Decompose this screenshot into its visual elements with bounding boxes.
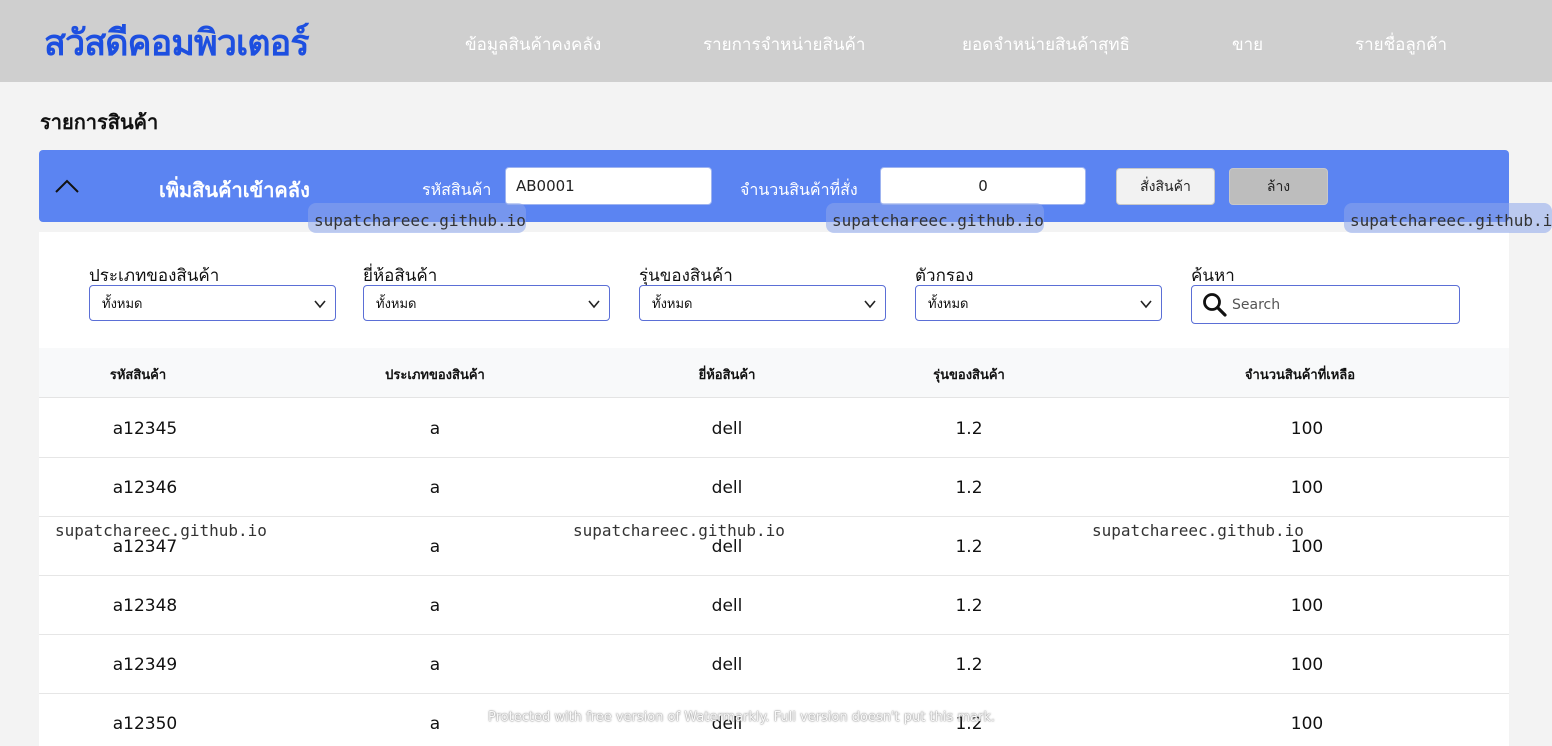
nav-item-customers[interactable]: รายชื่อลูกค้า [1355,31,1447,58]
product-panel: ประเภทของสินค้า ทั้งหมด ยี่ห้อสินค้า ทั้… [39,232,1509,746]
brand-select-value: ทั้งหมด [376,296,417,312]
table-header: รหัสสินค้า ประเภทของสินค้า ยี่ห้อสินค้า … [39,348,1509,398]
cell-code: a12345 [112,419,178,439]
table-row[interactable]: a12349 a dell 1.2 100 [39,635,1509,694]
cell-model: 1.2 [955,419,983,439]
cell-remaining: 100 [1290,714,1324,734]
chevron-up-icon [55,179,79,193]
add-stock-bar: เพิ่มสินค้าเข้าคลัง รหัสสินค้า จำนวนสินค… [39,150,1509,222]
cell-code: a12347 [112,537,178,557]
nav-item-sales-list[interactable]: รายการจำหน่ายสินค้า [703,31,865,58]
order-qty-input[interactable] [880,167,1086,205]
type-select[interactable]: ทั้งหมด [89,285,336,321]
nav-item-inventory[interactable]: ข้อมูลสินค้าคงคลัง [465,31,601,58]
cell-type: a [429,419,441,439]
cell-code: a12350 [112,714,178,734]
cell-code: a12349 [112,655,178,675]
search-box[interactable] [1191,285,1460,324]
cell-model: 1.2 [955,714,983,734]
cell-type: a [429,478,441,498]
cell-type: a [429,655,441,675]
model-select[interactable]: ทั้งหมด [639,285,886,321]
cell-model: 1.2 [955,596,983,616]
filter-select[interactable]: ทั้งหมด [915,285,1162,321]
product-code-input[interactable] [505,167,712,205]
cell-brand: dell [711,596,743,616]
col-header-remaining[interactable]: จำนวนสินค้าที่เหลือ [1245,364,1355,385]
filter-select-value: ทั้งหมด [928,296,969,312]
col-header-type[interactable]: ประเภทของสินค้า [385,364,485,385]
table-row[interactable]: a12346 a dell 1.2 100 [39,458,1509,517]
order-button[interactable]: สั่งสินค้า [1116,168,1215,205]
cell-type: a [429,596,441,616]
cell-code: a12348 [112,596,178,616]
search-input[interactable] [1232,290,1452,320]
chevron-down-icon [588,300,600,309]
clear-button[interactable]: ล้าง [1229,168,1328,205]
col-header-model[interactable]: รุ่นของสินค้า [933,364,1005,385]
cell-type: a [429,714,441,734]
cell-remaining: 100 [1290,478,1324,498]
cell-type: a [429,537,441,557]
chevron-down-icon [1140,300,1152,309]
cell-brand: dell [711,419,743,439]
cell-brand: dell [711,714,743,734]
chevron-down-icon [314,300,326,309]
cell-remaining: 100 [1290,655,1324,675]
collapse-toggle[interactable] [53,172,81,200]
top-navbar: สวัสดีคอมพิวเตอร์ ข้อมูลสินค้าคงคลัง ราย… [0,0,1552,82]
type-select-value: ทั้งหมด [102,296,143,312]
col-header-brand[interactable]: ยี่ห้อสินค้า [699,364,756,385]
cell-remaining: 100 [1290,537,1324,557]
table-row[interactable]: a12348 a dell 1.2 100 [39,576,1509,635]
table-row[interactable]: a12350 a dell 1.2 100 [39,694,1509,746]
cell-model: 1.2 [955,537,983,557]
cell-model: 1.2 [955,478,983,498]
product-code-label: รหัสสินค้า [422,180,492,199]
cell-brand: dell [711,655,743,675]
cell-model: 1.2 [955,655,983,675]
brand-logo[interactable]: สวัสดีคอมพิวเตอร์ [44,14,310,71]
brand-select[interactable]: ทั้งหมด [363,285,610,321]
col-header-code[interactable]: รหัสสินค้า [110,364,166,385]
nav-item-sell[interactable]: ขาย [1232,31,1263,58]
table-row[interactable]: a12347 a dell 1.2 100 [39,517,1509,576]
model-select-value: ทั้งหมด [652,296,693,312]
cell-code: a12346 [112,478,178,498]
search-icon [1203,293,1227,317]
order-qty-label: จำนวนสินค้าที่สั่ง [740,180,858,199]
table-row[interactable]: a12345 a dell 1.2 100 [39,399,1509,458]
chevron-down-icon [864,300,876,309]
page-title: รายการสินค้า [40,110,159,134]
cell-brand: dell [711,478,743,498]
cell-remaining: 100 [1290,419,1324,439]
nav-item-net-sales[interactable]: ยอดจำหน่ายสินค้าสุทธิ [962,31,1130,58]
add-stock-title: เพิ่มสินค้าเข้าคลัง [159,178,310,202]
cell-remaining: 100 [1290,596,1324,616]
cell-brand: dell [711,537,743,557]
